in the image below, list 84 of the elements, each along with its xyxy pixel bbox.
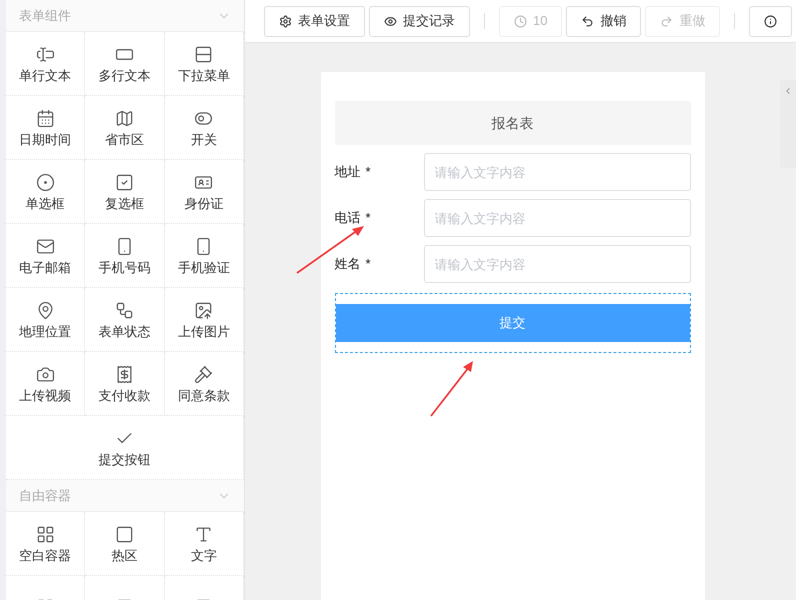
mail-icon xyxy=(36,237,55,256)
tile-label: 提交按钮 xyxy=(98,453,150,466)
tile-label: 开关 xyxy=(190,133,217,146)
tile-label: 电子邮箱 xyxy=(19,261,72,274)
component-tile[interactable]: 空白容器 xyxy=(6,512,86,576)
settings-icon xyxy=(279,14,292,28)
camera-icon xyxy=(36,365,55,384)
required-mark: * xyxy=(366,163,371,182)
radio-icon xyxy=(36,173,55,192)
tile-label: 表单状态 xyxy=(98,325,150,338)
input-field[interactable]: 请输入文字内容 xyxy=(424,153,690,191)
field-label: 地址 xyxy=(334,163,360,182)
tile-label: 单选框 xyxy=(26,197,65,210)
component-tile[interactable]: 单行文本 xyxy=(6,32,86,96)
required-mark: * xyxy=(366,255,371,274)
clock-icon xyxy=(514,14,527,28)
checkbox-icon xyxy=(114,173,134,192)
tile-label: 身份证 xyxy=(184,197,224,210)
component-tile[interactable]: 省市区 xyxy=(85,96,165,160)
field-label: 姓名 xyxy=(334,255,360,274)
square-icon xyxy=(114,525,134,544)
component-tile[interactable]: 手机号码 xyxy=(85,224,165,288)
input-field[interactable]: 请输入文字内容 xyxy=(424,245,690,283)
tile-label: 手机号码 xyxy=(98,261,150,274)
calendar-icon xyxy=(36,109,55,128)
toolbar-button[interactable] xyxy=(749,6,792,36)
component-tile[interactable]: 地理位置 xyxy=(6,288,86,352)
annotation-arrow xyxy=(296,225,366,275)
toolbar-button[interactable]: 撤销 xyxy=(566,6,642,36)
section-title: 自由容器 xyxy=(19,486,71,505)
tile-label: 手机验证 xyxy=(178,261,230,274)
component-tile[interactable]: 多行文本 xyxy=(85,32,165,96)
component-tile[interactable]: 复选框 xyxy=(85,160,165,224)
component-tile[interactable]: 支付收款 xyxy=(85,352,165,416)
tile-label: 热区 xyxy=(111,549,138,562)
tile-label: 空白容器 xyxy=(19,549,72,562)
component-tile[interactable]: 电子邮箱 xyxy=(6,224,86,288)
component-tile[interactable]: 表单状态 xyxy=(85,288,165,352)
component-tile[interactable]: 手机验证 xyxy=(164,224,244,288)
toolbar-button[interactable]: 表单设置 xyxy=(264,6,365,36)
map-icon xyxy=(114,109,134,128)
tile-label: 地理位置 xyxy=(19,325,72,338)
text-icon xyxy=(194,525,214,544)
map-pin-icon xyxy=(36,301,55,320)
tile-label: 支付收款 xyxy=(98,389,150,402)
component-tile[interactable]: 文字 xyxy=(164,512,244,576)
toolbar-button[interactable]: 提交记录 xyxy=(369,6,470,36)
component-tile[interactable]: 下拉菜单 xyxy=(164,32,244,96)
component-tile[interactable]: 身份证 xyxy=(164,160,244,224)
component-tile[interactable]: 日期时间 xyxy=(6,96,86,160)
tile-label: 文字 xyxy=(190,549,217,562)
flow-icon xyxy=(114,301,134,320)
redo-icon xyxy=(660,14,674,28)
component-tile[interactable]: 上传视频 xyxy=(6,352,86,416)
tile-label: 上传视频 xyxy=(19,389,72,402)
image-icon xyxy=(194,301,214,320)
tile-label: 单行文本 xyxy=(19,69,72,82)
required-mark: * xyxy=(366,209,371,228)
component-tile[interactable]: 同意条款 xyxy=(164,352,244,416)
receipt-icon xyxy=(114,365,134,384)
stacked-rows-icon xyxy=(194,45,214,64)
section-title: 表单组件 xyxy=(19,6,71,25)
tile-label: 上传图片 xyxy=(178,325,230,338)
side-tab[interactable] xyxy=(780,80,796,168)
tile-label: 下拉菜单 xyxy=(178,69,230,82)
form-title: 报名表 xyxy=(334,101,690,145)
grid-icon xyxy=(36,525,55,544)
component-tile[interactable]: 热区 xyxy=(85,512,165,576)
tile-label: 同意条款 xyxy=(178,389,230,402)
component-tile[interactable]: 单选框 xyxy=(6,160,86,224)
field-label: 电话 xyxy=(334,209,360,228)
tile-label: 复选框 xyxy=(104,197,144,210)
component-tile[interactable]: 上传图片 xyxy=(164,288,244,352)
eye-icon xyxy=(384,14,397,28)
input-field[interactable]: 请输入文字内容 xyxy=(424,199,690,237)
tile-label: 省市区 xyxy=(104,133,144,146)
tile-label: 多行文本 xyxy=(98,69,150,82)
text-cursor-icon xyxy=(36,45,55,64)
undo-icon xyxy=(581,14,594,28)
component-tile[interactable]: 开关 xyxy=(164,96,244,160)
gavel-icon xyxy=(194,365,214,384)
tile-label: 日期时间 xyxy=(19,133,72,146)
annotation-arrow xyxy=(429,360,475,418)
info-icon xyxy=(764,14,778,28)
